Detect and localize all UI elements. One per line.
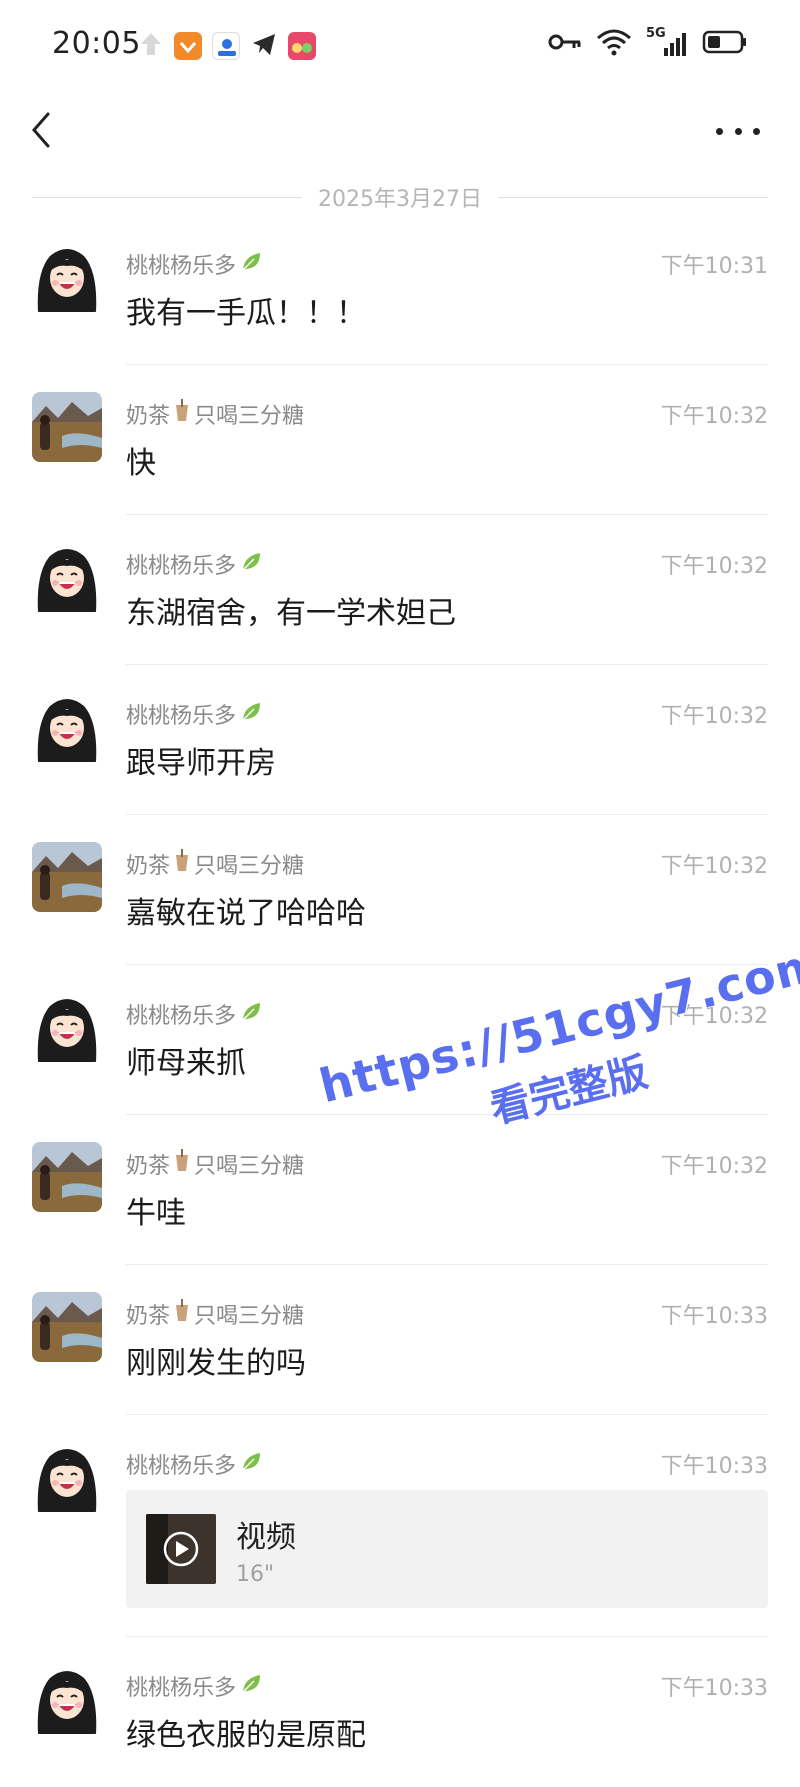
leaf-icon — [240, 700, 264, 728]
leaf-icon — [240, 1672, 264, 1700]
signal-5g-icon: 5G — [646, 26, 688, 58]
leaf-icon — [240, 250, 264, 278]
leaf-icon — [240, 550, 264, 578]
message-text: 嘉敏在说了哈哈哈 — [126, 896, 366, 931]
sender-name-text: 奶茶 — [126, 1304, 171, 1329]
sender-name: 桃桃杨乐多 — [126, 698, 264, 730]
avatar[interactable] — [32, 542, 102, 612]
leaf-icon — [240, 1000, 264, 1028]
message-time: 下午10:33 — [660, 1676, 768, 1701]
milk-tea-icon — [174, 1299, 190, 1329]
battery-icon — [702, 29, 748, 59]
message-separator — [126, 1264, 768, 1265]
message-text: 跟导师开房 — [126, 746, 276, 781]
more-dot-icon — [753, 127, 760, 135]
message-text: 绿色衣服的是原配 — [126, 1718, 366, 1753]
message-text: 快 — [126, 446, 156, 481]
sender-name: 桃桃杨乐多 — [126, 548, 264, 580]
sender-name-text: 奶茶 — [126, 1154, 171, 1179]
message-text: 我有一手瓜！！！ — [126, 296, 366, 331]
date-label: 2025年3月27日 — [318, 187, 482, 212]
chevron-left-icon — [32, 112, 50, 148]
video-title: 视频 — [236, 1520, 296, 1555]
sender-name-text: 桃桃杨乐多 — [126, 1004, 237, 1029]
map-app-icon — [212, 32, 240, 60]
sender-name-text: 桃桃杨乐多 — [126, 704, 237, 729]
message-separator — [126, 364, 768, 365]
nav-bar — [0, 90, 800, 170]
avatar[interactable] — [32, 242, 102, 312]
sender-name: 奶茶 只喝三分糖 — [126, 848, 304, 880]
notification-icons — [138, 30, 316, 62]
system-icons: 5G — [548, 26, 748, 60]
sender-name: 桃桃杨乐多 — [126, 1448, 264, 1480]
message-text: 刚刚发生的吗 — [126, 1346, 306, 1381]
sender-name-text: 桃桃杨乐多 — [126, 554, 237, 579]
avatar[interactable] — [32, 1664, 102, 1734]
message-separator — [126, 514, 768, 515]
upload-arrow-icon — [138, 30, 164, 62]
message-time: 下午10:33 — [660, 1454, 768, 1479]
divider-line — [32, 196, 303, 198]
watermark: https://51cgy7.com 看完整版 — [314, 936, 800, 1245]
sender-name: 奶茶 只喝三分糖 — [126, 398, 304, 430]
sender-name-suffix: 只喝三分糖 — [194, 1304, 305, 1329]
leaf-icon — [240, 1450, 264, 1478]
key-icon — [548, 31, 582, 57]
sender-name: 奶茶 只喝三分糖 — [126, 1298, 304, 1330]
sender-name-text: 奶茶 — [126, 854, 171, 879]
message-text: 东湖宿舍，有一学术妲己 — [126, 596, 456, 631]
message-time: 下午10:33 — [660, 1304, 768, 1329]
sender-name-suffix: 只喝三分糖 — [194, 854, 305, 879]
sender-name-suffix: 只喝三分糖 — [194, 404, 305, 429]
message-separator — [126, 964, 768, 965]
message-separator — [126, 1636, 768, 1637]
status-bar: 20:05 5G — [0, 0, 800, 90]
milk-tea-icon — [174, 1149, 190, 1179]
heart-app-icon — [174, 32, 202, 60]
sender-name: 桃桃杨乐多 — [126, 998, 264, 1030]
avatar[interactable] — [32, 1442, 102, 1512]
more-dot-icon — [716, 127, 723, 135]
message-separator — [126, 664, 768, 665]
sender-name: 桃桃杨乐多 — [126, 248, 264, 280]
sender-name-text: 桃桃杨乐多 — [126, 1676, 237, 1701]
milk-tea-icon — [174, 399, 190, 429]
message-time: 下午10:32 — [660, 704, 768, 729]
video-thumbnail[interactable] — [146, 1514, 216, 1584]
sender-name: 奶茶 只喝三分糖 — [126, 1148, 304, 1180]
date-divider: 2025年3月27日 — [32, 182, 769, 212]
sender-name: 桃桃杨乐多 — [126, 1670, 264, 1702]
message-separator — [126, 1414, 768, 1415]
sender-name-text: 桃桃杨乐多 — [126, 1454, 237, 1479]
wifi-icon — [596, 28, 632, 60]
sender-name-suffix: 只喝三分糖 — [194, 1154, 305, 1179]
message-separator — [126, 814, 768, 815]
message-time: 下午10:32 — [660, 404, 768, 429]
game-app-icon — [288, 32, 316, 60]
sender-name-text: 奶茶 — [126, 404, 171, 429]
avatar[interactable] — [32, 392, 102, 462]
telegram-icon — [250, 30, 278, 62]
divider-line — [498, 196, 769, 198]
avatar[interactable] — [32, 992, 102, 1062]
message-time: 下午10:31 — [660, 254, 768, 279]
more-dot-icon — [734, 127, 742, 135]
sender-name-text: 桃桃杨乐多 — [126, 254, 237, 279]
video-message-card[interactable]: 视频 16" — [126, 1490, 768, 1608]
back-button[interactable] — [24, 108, 64, 152]
more-options-button[interactable] — [716, 116, 760, 146]
video-duration: 16" — [236, 1562, 275, 1587]
message-text: 牛哇 — [126, 1196, 186, 1231]
message-time: 下午10:32 — [660, 554, 768, 579]
milk-tea-icon — [174, 849, 190, 879]
avatar[interactable] — [32, 1142, 102, 1212]
message-text: 师母来抓 — [126, 1046, 246, 1081]
avatar[interactable] — [32, 842, 102, 912]
avatar[interactable] — [32, 692, 102, 762]
status-time: 20:05 — [52, 26, 141, 61]
play-icon — [146, 1514, 216, 1584]
message-time: 下午10:32 — [660, 854, 768, 879]
avatar[interactable] — [32, 1292, 102, 1362]
